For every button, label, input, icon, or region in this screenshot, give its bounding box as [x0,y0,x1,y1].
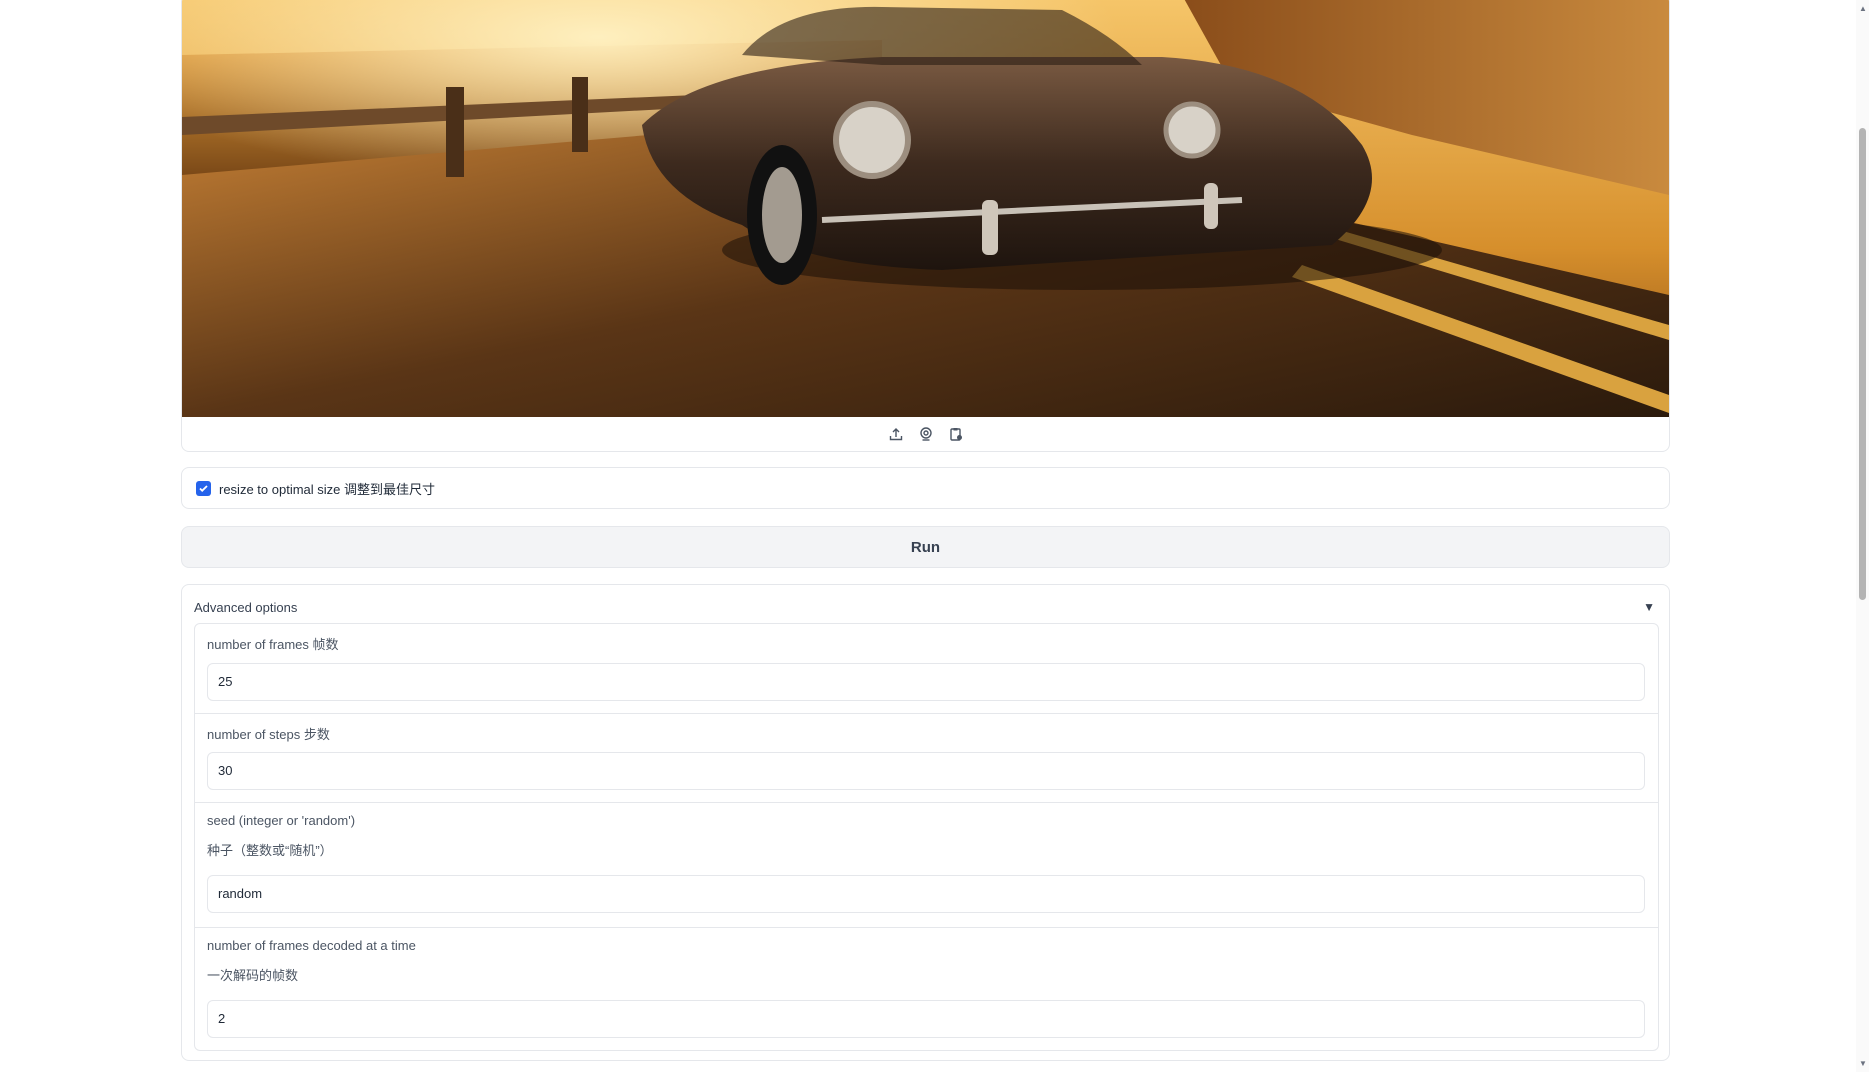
image-input-panel [181,0,1670,452]
run-button[interactable]: Run [181,526,1670,568]
decode-chunk-input[interactable]: 2 [207,1000,1645,1038]
steps-label: number of steps 步数 [207,727,330,742]
advanced-options-title: Advanced options [194,599,298,615]
seed-label: seed (integer or 'random') [207,813,356,828]
frames-input[interactable]: 25 [207,663,1645,701]
seed-label-zh: 种子（整数或“随机”） [207,843,333,858]
seed-field: seed (integer or 'random') 种子（整数或“随机”） r… [195,803,1658,928]
input-image[interactable] [182,0,1669,417]
scrollbar-thumb[interactable] [1859,128,1866,600]
advanced-options-accordion: Advanced options ▼ number of frames 帧数 2… [181,584,1670,1061]
page-scrollbar[interactable]: ▲ ▼ [1856,0,1869,1072]
webcam-icon[interactable] [917,425,935,443]
collapse-arrow-icon[interactable]: ▼ [1643,600,1655,614]
resize-checkbox[interactable] [196,480,211,496]
decode-chunk-field: number of frames decoded at a time 一次解码的… [195,928,1658,1050]
steps-input[interactable]: 30 [207,752,1645,790]
advanced-options-body: number of frames 帧数 25 number of steps 步… [194,623,1659,1051]
frames-label: number of frames 帧数 [207,637,339,652]
frames-field: number of frames 帧数 25 [195,624,1658,714]
steps-field: number of steps 步数 30 [195,714,1658,803]
scroll-down-arrow-icon[interactable]: ▼ [1859,1059,1867,1068]
resize-checkbox-label[interactable]: resize to optimal size 调整到最佳尺寸 [219,479,435,498]
scroll-up-arrow-icon[interactable]: ▲ [1859,4,1867,13]
upload-icon[interactable] [887,425,905,443]
advanced-options-header[interactable]: Advanced options ▼ [194,595,1657,619]
resize-option: resize to optimal size 调整到最佳尺寸 [181,467,1670,509]
decode-chunk-label-zh: 一次解码的帧数 [207,968,299,983]
clipboard-icon[interactable] [947,425,965,443]
decode-chunk-label: number of frames decoded at a time [207,938,416,953]
seed-input[interactable]: random [207,875,1645,913]
image-source-toolbar [182,417,1669,451]
